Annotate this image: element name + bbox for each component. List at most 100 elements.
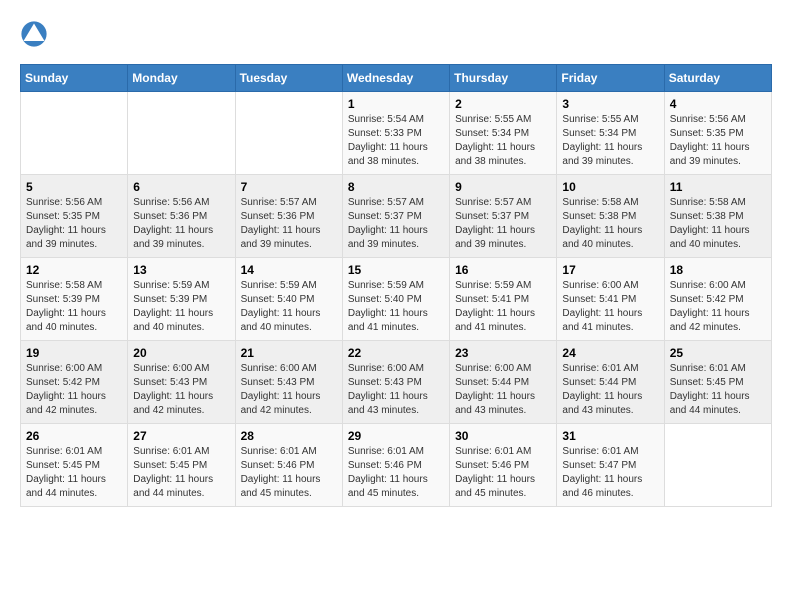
calendar-cell: 13 Sunrise: 5:59 AMSunset: 5:39 PMDayligh…: [128, 258, 235, 341]
day-number: 8: [348, 180, 444, 194]
day-header-saturday: Saturday: [664, 65, 771, 92]
calendar-cell: 22 Sunrise: 6:00 AMSunset: 5:43 PMDayligh…: [342, 341, 449, 424]
calendar-cell: 3 Sunrise: 5:55 AMSunset: 5:34 PMDaylight…: [557, 92, 664, 175]
day-number: 1: [348, 97, 444, 111]
day-number: 6: [133, 180, 229, 194]
day-number: 19: [26, 346, 122, 360]
calendar-table: SundayMondayTuesdayWednesdayThursdayFrid…: [20, 64, 772, 507]
calendar-cell: 20 Sunrise: 6:00 AMSunset: 5:43 PMDayligh…: [128, 341, 235, 424]
calendar-cell: 14Sunrise: 5:59 AMSunset: 5:40 PMDayligh…: [235, 258, 342, 341]
day-info: Sunrise: 6:00 AMSunset: 5:43 PMDaylight:…: [133, 362, 229, 418]
day-info: Sunrise: 6:00 AMSunset: 5:42 PMDaylight:…: [670, 279, 766, 335]
day-number: 9: [455, 180, 551, 194]
day-number: 4: [670, 97, 766, 111]
day-info: Sunrise: 5:56 AMSunset: 5:36 PMDaylight:…: [133, 196, 229, 252]
calendar-week-row: 5 Sunrise: 5:56 AMSunset: 5:35 PMDaylight…: [21, 175, 772, 258]
day-number: 29: [348, 429, 444, 443]
day-info: Sunrise: 5:55 AMSunset: 5:34 PMDaylight:…: [562, 113, 658, 169]
day-info: Sunrise: 6:01 AMSunset: 5:46 PMDaylight:…: [455, 445, 551, 501]
calendar-cell: 10 Sunrise: 5:58 AMSunset: 5:38 PMDayligh…: [557, 175, 664, 258]
calendar-cell: 2Sunrise: 5:55 AMSunset: 5:34 PMDaylight…: [450, 92, 557, 175]
day-info: Sunrise: 6:01 AMSunset: 5:47 PMDaylight:…: [562, 445, 658, 501]
calendar-week-row: 12 Sunrise: 5:58 AMSunset: 5:39 PMDayligh…: [21, 258, 772, 341]
day-info: Sunrise: 6:01 AMSunset: 5:46 PMDaylight:…: [241, 445, 337, 501]
calendar-cell: 27Sunrise: 6:01 AMSunset: 5:45 PMDayligh…: [128, 424, 235, 507]
day-info: Sunrise: 5:58 AMSunset: 5:38 PMDaylight:…: [562, 196, 658, 252]
day-number: 30: [455, 429, 551, 443]
day-number: 5: [26, 180, 122, 194]
day-info: Sunrise: 5:59 AMSunset: 5:39 PMDaylight:…: [133, 279, 229, 335]
calendar-cell: 21Sunrise: 6:00 AMSunset: 5:43 PMDayligh…: [235, 341, 342, 424]
calendar-cell: 23Sunrise: 6:00 AMSunset: 5:44 PMDayligh…: [450, 341, 557, 424]
day-number: 25: [670, 346, 766, 360]
day-info: Sunrise: 6:01 AMSunset: 5:45 PMDaylight:…: [26, 445, 122, 501]
day-number: 31: [562, 429, 658, 443]
day-info: Sunrise: 5:59 AMSunset: 5:40 PMDaylight:…: [348, 279, 444, 335]
day-number: 12: [26, 263, 122, 277]
calendar-cell: [664, 424, 771, 507]
logo: [20, 20, 52, 48]
day-info: Sunrise: 6:01 AMSunset: 5:46 PMDaylight:…: [348, 445, 444, 501]
calendar-cell: 4 Sunrise: 5:56 AMSunset: 5:35 PMDaylight…: [664, 92, 771, 175]
day-number: 10: [562, 180, 658, 194]
day-number: 26: [26, 429, 122, 443]
calendar-cell: 7Sunrise: 5:57 AMSunset: 5:36 PMDaylight…: [235, 175, 342, 258]
calendar-week-row: 1 Sunrise: 5:54 AMSunset: 5:33 PMDaylight…: [21, 92, 772, 175]
day-number: 18: [670, 263, 766, 277]
day-info: Sunrise: 5:58 AMSunset: 5:39 PMDaylight:…: [26, 279, 122, 335]
day-header-tuesday: Tuesday: [235, 65, 342, 92]
calendar-cell: 18 Sunrise: 6:00 AMSunset: 5:42 PMDayligh…: [664, 258, 771, 341]
calendar-cell: 29 Sunrise: 6:01 AMSunset: 5:46 PMDayligh…: [342, 424, 449, 507]
calendar-cell: 6 Sunrise: 5:56 AMSunset: 5:36 PMDaylight…: [128, 175, 235, 258]
day-info: Sunrise: 6:01 AMSunset: 5:45 PMDaylight:…: [670, 362, 766, 418]
day-header-wednesday: Wednesday: [342, 65, 449, 92]
calendar-cell: 16 Sunrise: 5:59 AMSunset: 5:41 PMDayligh…: [450, 258, 557, 341]
day-header-sunday: Sunday: [21, 65, 128, 92]
day-number: 13: [133, 263, 229, 277]
day-number: 11: [670, 180, 766, 194]
day-number: 20: [133, 346, 229, 360]
calendar-cell: 8Sunrise: 5:57 AMSunset: 5:37 PMDaylight…: [342, 175, 449, 258]
day-info: Sunrise: 5:58 AMSunset: 5:38 PMDaylight:…: [670, 196, 766, 252]
day-info: Sunrise: 5:57 AMSunset: 5:36 PMDaylight:…: [241, 196, 337, 252]
day-info: Sunrise: 6:00 AMSunset: 5:41 PMDaylight:…: [562, 279, 658, 335]
calendar-header-row: SundayMondayTuesdayWednesdayThursdayFrid…: [21, 65, 772, 92]
calendar-cell: 1 Sunrise: 5:54 AMSunset: 5:33 PMDaylight…: [342, 92, 449, 175]
calendar-week-row: 19Sunrise: 6:00 AMSunset: 5:42 PMDayligh…: [21, 341, 772, 424]
logo-icon: [20, 20, 48, 48]
day-number: 22: [348, 346, 444, 360]
day-number: 17: [562, 263, 658, 277]
day-info: Sunrise: 6:01 AMSunset: 5:44 PMDaylight:…: [562, 362, 658, 418]
calendar-cell: 15Sunrise: 5:59 AMSunset: 5:40 PMDayligh…: [342, 258, 449, 341]
calendar-cell: 28 Sunrise: 6:01 AMSunset: 5:46 PMDayligh…: [235, 424, 342, 507]
page-header: [20, 20, 772, 48]
day-number: 27: [133, 429, 229, 443]
day-number: 24: [562, 346, 658, 360]
calendar-cell: 11 Sunrise: 5:58 AMSunset: 5:38 PMDayligh…: [664, 175, 771, 258]
day-info: Sunrise: 6:00 AMSunset: 5:43 PMDaylight:…: [348, 362, 444, 418]
day-header-friday: Friday: [557, 65, 664, 92]
day-number: 28: [241, 429, 337, 443]
calendar-cell: 9 Sunrise: 5:57 AMSunset: 5:37 PMDaylight…: [450, 175, 557, 258]
day-number: 3: [562, 97, 658, 111]
day-info: Sunrise: 5:55 AMSunset: 5:34 PMDaylight:…: [455, 113, 551, 169]
calendar-cell: 17 Sunrise: 6:00 AMSunset: 5:41 PMDayligh…: [557, 258, 664, 341]
day-info: Sunrise: 5:54 AMSunset: 5:33 PMDaylight:…: [348, 113, 444, 169]
day-info: Sunrise: 5:56 AMSunset: 5:35 PMDaylight:…: [670, 113, 766, 169]
calendar-cell: 19Sunrise: 6:00 AMSunset: 5:42 PMDayligh…: [21, 341, 128, 424]
day-info: Sunrise: 5:59 AMSunset: 5:41 PMDaylight:…: [455, 279, 551, 335]
calendar-cell: 12 Sunrise: 5:58 AMSunset: 5:39 PMDayligh…: [21, 258, 128, 341]
calendar-cell: 5 Sunrise: 5:56 AMSunset: 5:35 PMDaylight…: [21, 175, 128, 258]
day-header-thursday: Thursday: [450, 65, 557, 92]
calendar-cell: [21, 92, 128, 175]
calendar-cell: 26 Sunrise: 6:01 AMSunset: 5:45 PMDayligh…: [21, 424, 128, 507]
day-number: 23: [455, 346, 551, 360]
calendar-cell: [235, 92, 342, 175]
calendar-cell: [128, 92, 235, 175]
day-number: 16: [455, 263, 551, 277]
calendar-cell: 25 Sunrise: 6:01 AMSunset: 5:45 PMDayligh…: [664, 341, 771, 424]
day-info: Sunrise: 5:57 AMSunset: 5:37 PMDaylight:…: [455, 196, 551, 252]
calendar-week-row: 26 Sunrise: 6:01 AMSunset: 5:45 PMDayligh…: [21, 424, 772, 507]
day-info: Sunrise: 5:56 AMSunset: 5:35 PMDaylight:…: [26, 196, 122, 252]
calendar-cell: 30 Sunrise: 6:01 AMSunset: 5:46 PMDayligh…: [450, 424, 557, 507]
